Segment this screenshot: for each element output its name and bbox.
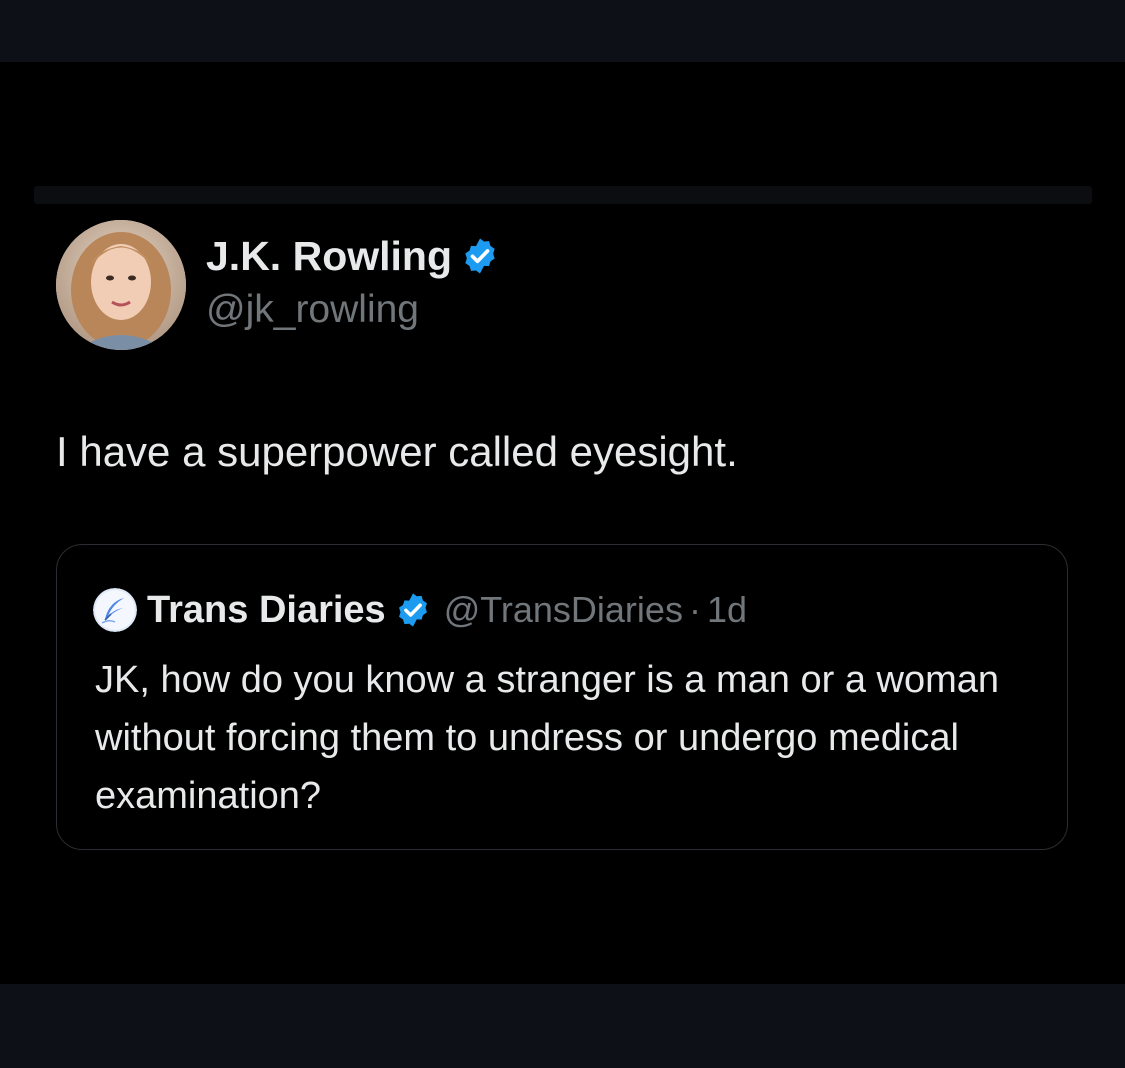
author-handle[interactable]: @jk_rowling — [206, 288, 419, 332]
author-avatar[interactable] — [56, 220, 186, 350]
tweet-text: I have a superpower called eyesight. — [56, 428, 738, 475]
feather-logo-avatar[interactable] — [93, 588, 137, 632]
screenshot-frame: J.K. Rowling @jk_rowling I have a superp… — [0, 0, 1125, 1068]
author-name[interactable]: J.K. Rowling — [206, 233, 452, 280]
quoted-author-name[interactable]: Trans Diaries — [147, 589, 386, 632]
top-divider — [34, 186, 1092, 204]
quoted-tweet-header: Trans Diaries @TransDiaries · 1d — [93, 585, 747, 635]
verified-badge-icon[interactable] — [460, 236, 500, 276]
dot-separator: · — [688, 589, 701, 630]
quoted-tweet-card[interactable]: Trans Diaries @TransDiaries · 1d JK, how… — [56, 544, 1068, 850]
quoted-tweet-text: JK, how do you know a stranger is a man … — [95, 659, 1000, 817]
author-name-row: J.K. Rowling — [206, 230, 500, 282]
verified-badge-icon[interactable] — [394, 591, 432, 629]
quoted-author-handle[interactable]: @TransDiaries — [444, 589, 683, 631]
tweet-container: J.K. Rowling @jk_rowling I have a superp… — [0, 62, 1125, 984]
quoted-tweet-timestamp[interactable]: 1d — [707, 589, 747, 631]
